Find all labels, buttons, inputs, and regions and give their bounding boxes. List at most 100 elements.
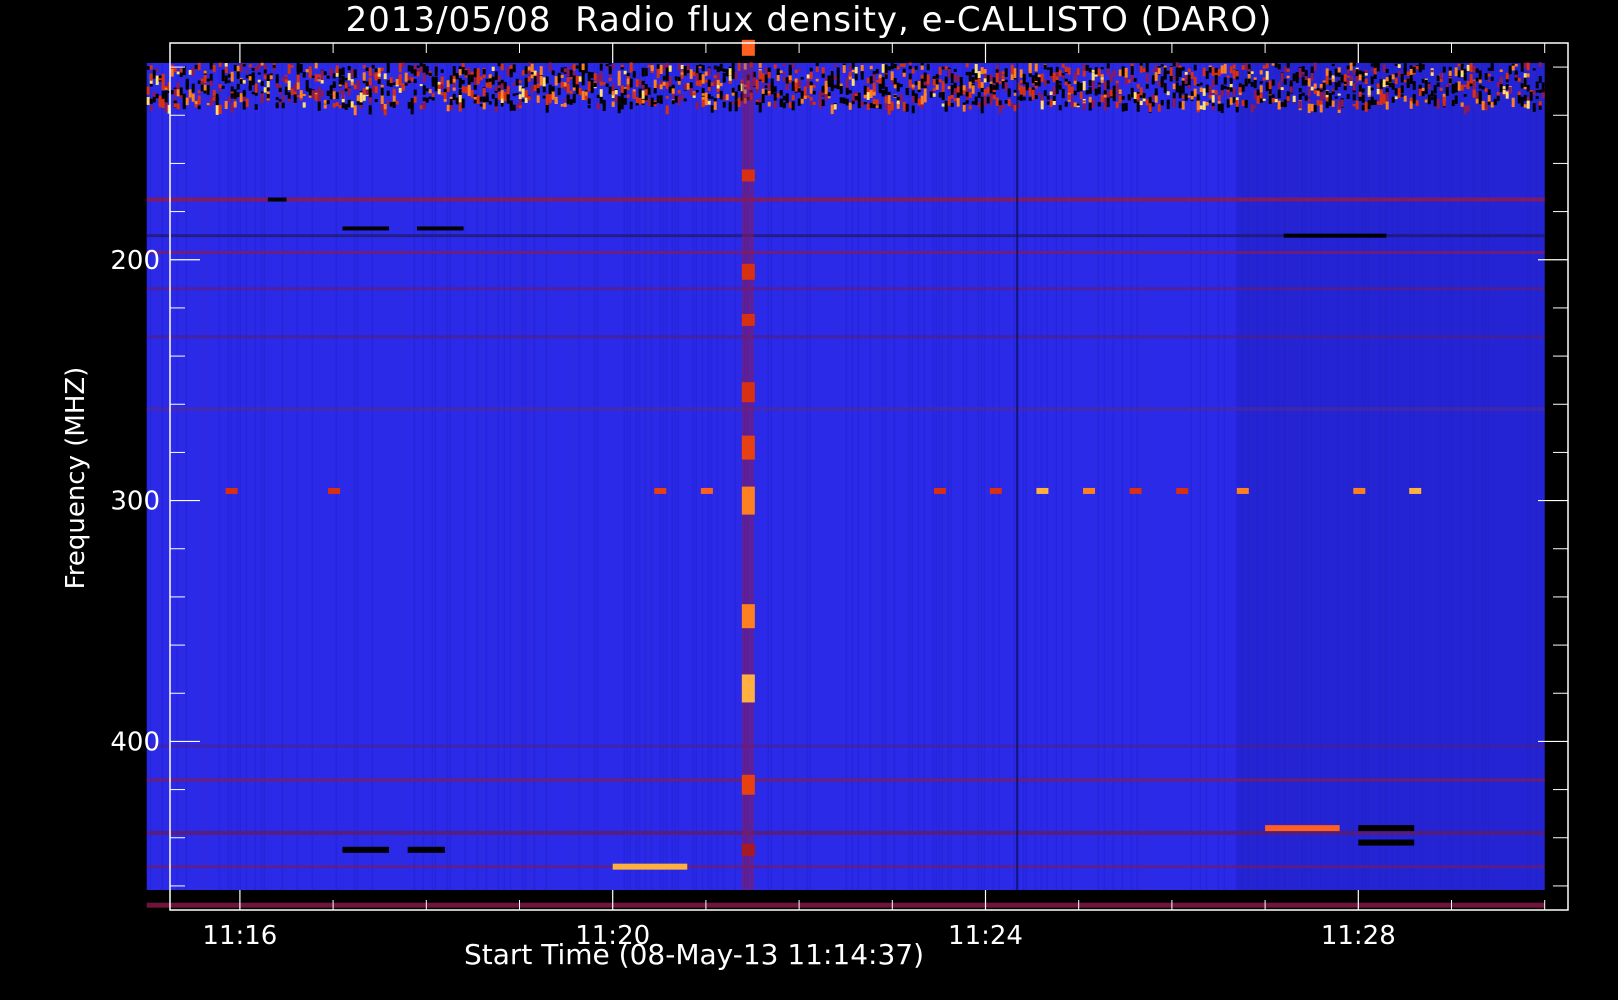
- heatmap-cell: [158, 101, 162, 108]
- heatmap-cell: [1286, 62, 1290, 68]
- heatmap-cell: [263, 87, 267, 93]
- heatmap-cell: [221, 69, 225, 74]
- heatmap-cell: [338, 84, 342, 87]
- heatmap-cell: [1406, 78, 1410, 88]
- heatmap-cell: [641, 67, 645, 77]
- heatmap-cell: [845, 87, 849, 95]
- heatmap-cell: [741, 774, 755, 795]
- heatmap-cell: [741, 63, 754, 890]
- heatmap-cell: [989, 101, 993, 106]
- heatmap-cell: [548, 62, 552, 72]
- heatmap-cell: [197, 62, 201, 71]
- heatmap-cell: [1034, 95, 1038, 99]
- heatmap-cell: [941, 81, 945, 85]
- heatmap-cell: [290, 65, 294, 68]
- heatmap-cell: [1190, 71, 1194, 79]
- heatmap-cell: [227, 63, 230, 890]
- heatmap-cell: [173, 89, 177, 97]
- heatmap-cell: [1115, 63, 1117, 890]
- heatmap-cell: [656, 95, 660, 103]
- heatmap-cell: [638, 63, 641, 890]
- heatmap-cell: [977, 78, 981, 88]
- heatmap-cell: [914, 81, 918, 86]
- heatmap-cell: [569, 69, 573, 78]
- heatmap-cell: [473, 77, 477, 85]
- heatmap-cell: [998, 63, 1001, 890]
- heatmap-cell: [923, 63, 926, 890]
- heatmap-cell: [152, 96, 156, 103]
- heatmap-cell: [1076, 86, 1080, 92]
- heatmap-cell: [458, 69, 462, 76]
- heatmap-cell: [791, 94, 795, 101]
- heatmap-cell: [1328, 96, 1332, 106]
- heatmap-cell: [1232, 88, 1236, 96]
- heatmap-cell: [668, 76, 672, 86]
- heatmap-cell: [365, 81, 369, 87]
- heatmap-cell: [950, 73, 954, 84]
- heatmap-cell: [1211, 89, 1215, 93]
- heatmap-cell: [809, 67, 813, 72]
- heatmap-cell: [1265, 71, 1269, 80]
- heatmap-cell: [935, 79, 939, 85]
- heatmap-cell: [917, 81, 921, 90]
- heatmap-cell: [827, 75, 831, 84]
- heatmap-cell: [185, 63, 188, 890]
- heatmap-cell: [617, 77, 621, 86]
- heatmap-cell: [257, 72, 261, 75]
- heatmap-cell: [218, 63, 221, 890]
- heatmap-cell: [425, 66, 429, 75]
- heatmap-cell: [440, 84, 444, 89]
- heatmap-cell: [1379, 97, 1383, 105]
- heatmap-cell: [1322, 82, 1326, 91]
- heatmap-cell: [668, 65, 672, 72]
- heatmap-cell: [1484, 88, 1488, 92]
- heatmap-cell: [620, 64, 624, 68]
- heatmap-cell: [1184, 93, 1188, 100]
- heatmap-cell: [908, 63, 911, 890]
- heatmap-cell: [797, 98, 801, 106]
- heatmap-cell: [1361, 77, 1365, 82]
- heatmap-cell: [1013, 104, 1017, 112]
- heatmap-cell: [1274, 63, 1278, 68]
- heatmap-cell: [449, 75, 453, 84]
- heatmap-cell: [665, 67, 669, 77]
- heatmap-cell: [737, 97, 741, 107]
- heatmap-cell: [1220, 103, 1224, 114]
- heatmap-cell: [266, 87, 270, 91]
- heatmap-cell: [1253, 79, 1257, 89]
- heatmap-cell: [464, 70, 468, 76]
- heatmap-cell: [659, 64, 663, 74]
- heatmap-cell: [1121, 63, 1124, 890]
- heatmap-cell: [785, 77, 789, 84]
- heatmap-cell: [1313, 105, 1317, 113]
- heatmap-cell: [1061, 63, 1064, 890]
- heatmap-cell: [1298, 88, 1302, 93]
- heatmap-cell: [254, 63, 257, 890]
- heatmap-cell: [1400, 94, 1404, 97]
- heatmap-cell: [356, 80, 360, 90]
- heatmap-cell: [275, 104, 279, 109]
- heatmap-cell: [1052, 72, 1056, 83]
- heatmap-cell: [1316, 88, 1320, 91]
- heatmap-cell: [734, 63, 737, 890]
- heatmap-cell: [206, 78, 210, 82]
- heatmap-cell: [827, 92, 831, 97]
- heatmap-cell: [356, 95, 360, 102]
- heatmap-cell: [869, 89, 873, 98]
- heatmap-cell: [845, 77, 849, 86]
- heatmap-cell: [1064, 66, 1068, 73]
- heatmap-cell: [1196, 84, 1200, 87]
- heatmap-cell: [1064, 102, 1068, 107]
- heatmap-cell: [566, 67, 570, 76]
- heatmap-cell: [338, 104, 342, 109]
- heatmap-cell: [800, 76, 804, 80]
- heatmap-cell: [806, 78, 810, 89]
- heatmap-cell: [527, 62, 531, 65]
- heatmap-cell: [563, 82, 567, 87]
- heatmap-cell: [332, 73, 336, 79]
- heatmap-cell: [188, 69, 192, 75]
- heatmap-cell: [1271, 94, 1275, 98]
- heatmap-cell: [1307, 103, 1311, 114]
- heatmap-cell: [1010, 74, 1014, 81]
- heatmap-cell: [1001, 105, 1005, 109]
